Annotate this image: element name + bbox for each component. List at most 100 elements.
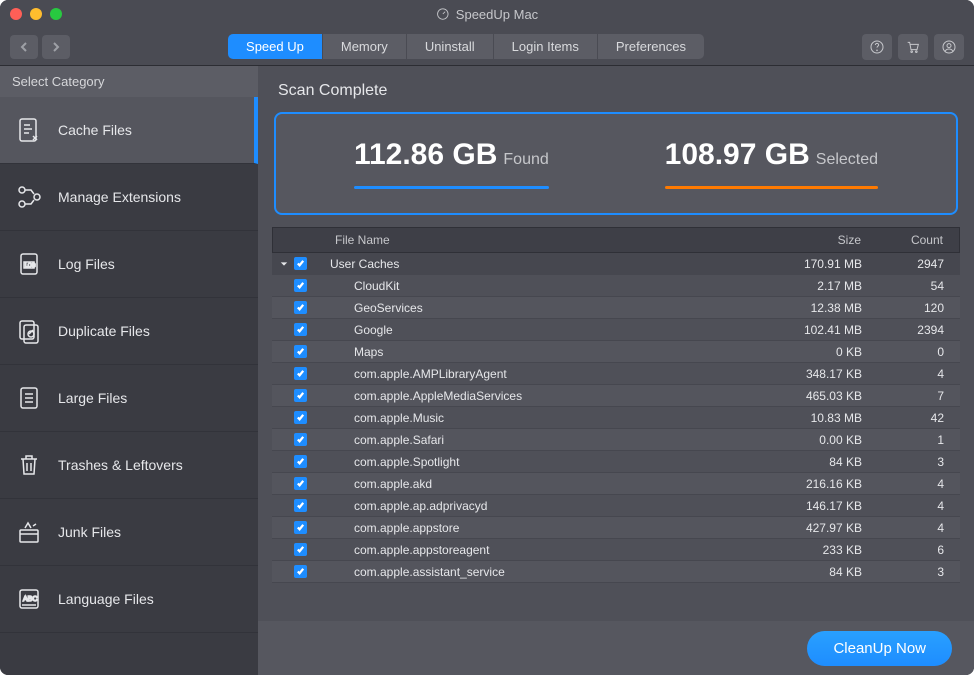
table-row[interactable]: GeoServices12.38 MB120	[272, 297, 960, 319]
table-row[interactable]: com.apple.AppleMediaServices465.03 KB7	[272, 385, 960, 407]
caret-down-icon[interactable]	[280, 260, 288, 268]
checkbox-icon[interactable]	[294, 345, 307, 358]
app-window: SpeedUp Mac Speed UpMemoryUninstallLogin…	[0, 0, 974, 675]
tab-uninstall[interactable]: Uninstall	[407, 34, 494, 59]
file-name: com.apple.appstoreagent	[326, 543, 740, 557]
selected-label: Selected	[816, 151, 878, 168]
checkbox-icon[interactable]	[294, 565, 307, 578]
sidebar-header: Select Category	[0, 66, 258, 97]
sidebar-item-label: Junk Files	[58, 524, 121, 540]
summary-found: 112.86 GBFound	[354, 138, 549, 189]
sidebar-item-language-files[interactable]: ABCLanguage Files	[0, 566, 258, 633]
sidebar-item-junk-files[interactable]: Junk Files	[0, 499, 258, 566]
table-row[interactable]: com.apple.Music10.83 MB42	[272, 407, 960, 429]
large-files-icon	[14, 383, 44, 413]
nav-forward-button[interactable]	[42, 35, 70, 59]
table-row[interactable]: com.apple.Safari0.00 KB1	[272, 429, 960, 451]
file-size: 10.83 MB	[740, 411, 870, 425]
checkbox-icon[interactable]	[294, 367, 307, 380]
traffic-lights	[10, 8, 62, 20]
table-row[interactable]: Google102.41 MB2394	[272, 319, 960, 341]
checkbox-icon[interactable]	[294, 499, 307, 512]
app-title: SpeedUp Mac	[436, 7, 538, 22]
tab-preferences[interactable]: Preferences	[598, 34, 704, 59]
sidebar-item-duplicate-files[interactable]: Duplicate Files	[0, 298, 258, 365]
app-title-text: SpeedUp Mac	[456, 7, 538, 22]
file-count: 0	[870, 345, 960, 359]
table-body[interactable]: User Caches170.91 MB2947CloudKit2.17 MB5…	[272, 253, 960, 621]
speedometer-icon	[436, 7, 450, 21]
file-count: 6	[870, 543, 960, 557]
table-row[interactable]: com.apple.AMPLibraryAgent348.17 KB4	[272, 363, 960, 385]
checkbox-icon[interactable]	[294, 301, 307, 314]
checkbox-icon[interactable]	[294, 477, 307, 490]
checkbox-icon[interactable]	[294, 433, 307, 446]
sidebar-items: Cache FilesManage Extensions LOG Log Files…	[0, 97, 258, 675]
summary-selected: 108.97 GBSelected	[665, 138, 878, 189]
file-count: 4	[870, 499, 960, 513]
file-count: 3	[870, 455, 960, 469]
file-size: 0.00 KB	[740, 433, 870, 447]
file-size: 170.91 MB	[740, 257, 870, 271]
table-row[interactable]: com.apple.assistant_service84 KB3	[272, 561, 960, 583]
found-underline	[354, 186, 549, 189]
checkbox-icon[interactable]	[294, 411, 307, 424]
sidebar-item-label: Log Files	[58, 256, 115, 272]
tab-login-items[interactable]: Login Items	[494, 34, 598, 59]
found-value: 112.86 GB	[354, 138, 497, 171]
sidebar-item-log-files[interactable]: LOG Log Files	[0, 231, 258, 298]
checkbox-icon[interactable]	[294, 279, 307, 292]
checkbox-icon[interactable]	[294, 323, 307, 336]
file-count: 54	[870, 279, 960, 293]
file-size: 348.17 KB	[740, 367, 870, 381]
col-count[interactable]: Count	[869, 228, 959, 252]
svg-text:ABC: ABC	[23, 596, 37, 603]
sidebar-item-manage-extensions[interactable]: Manage Extensions	[0, 164, 258, 231]
table-row[interactable]: com.apple.akd216.16 KB4	[272, 473, 960, 495]
file-count: 2394	[870, 323, 960, 337]
minimize-icon[interactable]	[30, 8, 42, 20]
trash-icon	[14, 450, 44, 480]
cache-files-icon	[14, 115, 44, 145]
close-icon[interactable]	[10, 8, 22, 20]
tab-speed-up[interactable]: Speed Up	[228, 34, 323, 59]
file-table: File Name Size Count User Caches170.91 M…	[272, 227, 960, 621]
checkbox-icon[interactable]	[294, 543, 307, 556]
cart-button[interactable]	[898, 34, 928, 60]
table-row[interactable]: com.apple.appstoreagent233 KB6	[272, 539, 960, 561]
col-name[interactable]: File Name	[327, 228, 739, 252]
table-row[interactable]: com.apple.ap.adprivacyd146.17 KB4	[272, 495, 960, 517]
table-row[interactable]: CloudKit2.17 MB54	[272, 275, 960, 297]
sidebar-item-cache-files[interactable]: Cache Files	[0, 97, 258, 164]
checkbox-icon[interactable]	[294, 521, 307, 534]
table-row[interactable]: User Caches170.91 MB2947	[272, 253, 960, 275]
sidebar-item-large-files[interactable]: Large Files	[0, 365, 258, 432]
checkbox-icon[interactable]	[294, 389, 307, 402]
file-size: 12.38 MB	[740, 301, 870, 315]
file-size: 465.03 KB	[740, 389, 870, 403]
col-size[interactable]: Size	[739, 228, 869, 252]
sidebar-item-trashes-leftovers[interactable]: Trashes & Leftovers	[0, 432, 258, 499]
cleanup-button[interactable]: CleanUp Now	[807, 631, 952, 666]
help-button[interactable]	[862, 34, 892, 60]
sidebar-item-label: Trashes & Leftovers	[58, 457, 183, 473]
file-name: com.apple.appstore	[326, 521, 740, 535]
tab-memory[interactable]: Memory	[323, 34, 407, 59]
table-row[interactable]: Maps0 KB0	[272, 341, 960, 363]
language-files-icon: ABC	[14, 584, 44, 614]
maximize-icon[interactable]	[50, 8, 62, 20]
checkbox-icon[interactable]	[294, 455, 307, 468]
toolbar: Speed UpMemoryUninstallLogin ItemsPrefer…	[0, 28, 974, 66]
file-count: 3	[870, 565, 960, 579]
table-row[interactable]: com.apple.Spotlight84 KB3	[272, 451, 960, 473]
log-files-icon: LOG	[14, 249, 44, 279]
sidebar-item-label: Large Files	[58, 390, 127, 406]
checkbox-icon[interactable]	[294, 257, 307, 270]
svg-text:LOG: LOG	[25, 263, 36, 269]
file-count: 120	[870, 301, 960, 315]
nav-back-button[interactable]	[10, 35, 38, 59]
file-name: GeoServices	[326, 301, 740, 315]
main-tabs: Speed UpMemoryUninstallLogin ItemsPrefer…	[228, 34, 704, 59]
account-button[interactable]	[934, 34, 964, 60]
table-row[interactable]: com.apple.appstore427.97 KB4	[272, 517, 960, 539]
